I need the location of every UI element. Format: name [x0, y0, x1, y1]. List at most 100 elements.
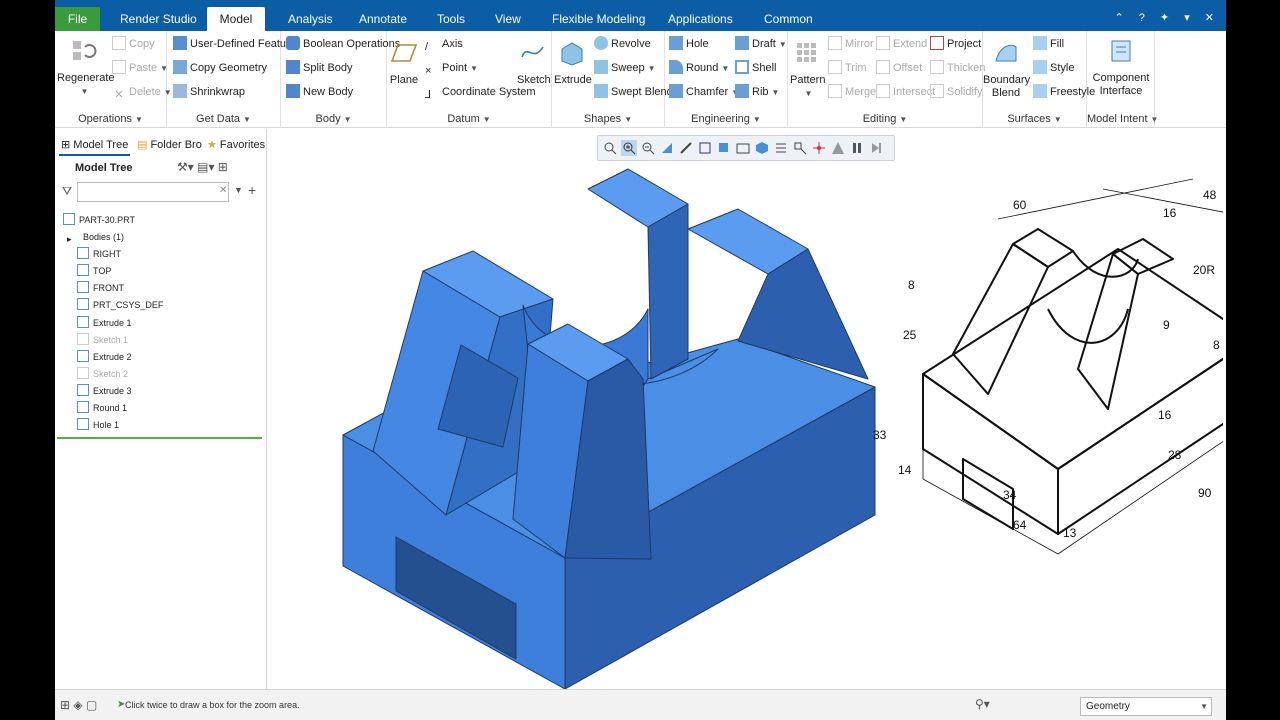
plane-button[interactable]: Plane	[389, 39, 419, 87]
tree-item[interactable]: PRT_CSYS_DEF	[77, 297, 163, 313]
trim-button[interactable]: Trim	[828, 59, 867, 77]
selection-filter-select[interactable]: Geometry ▼	[1080, 697, 1212, 716]
group-label-model-intent[interactable]: Model Intent ▼	[1087, 113, 1158, 125]
tree-item[interactable]: Extrude 2	[77, 349, 132, 365]
tab-view[interactable]: View	[485, 7, 531, 31]
tree-item[interactable]: Sketch 2	[77, 366, 128, 382]
graphics-window[interactable]: 4860165120R825981633281434906413	[268, 129, 1226, 689]
delete-button[interactable]: ✕ Delete ▼	[112, 83, 171, 101]
tree-item-label: FRONT	[93, 283, 124, 293]
pattern-button[interactable]: Pattern ▼	[790, 39, 825, 100]
boolean-operations-button[interactable]: Boolean Operations	[286, 35, 400, 53]
tab-favorites[interactable]: ★ Favorites	[205, 134, 267, 156]
point-button[interactable]: × Point ▼	[425, 59, 478, 77]
tree-item[interactable]: FRONT	[77, 280, 124, 296]
split-body-button[interactable]: Split Body	[286, 59, 353, 77]
group-label-editing[interactable]: Editing ▼	[788, 113, 982, 125]
swept-blend-button[interactable]: Swept Blend	[594, 83, 673, 101]
tree-item[interactable]: Sketch 1	[77, 332, 128, 348]
insert-here-indicator[interactable]	[57, 437, 262, 439]
fill-button[interactable]: Fill	[1033, 35, 1064, 53]
axis-button[interactable]: / Axis	[425, 35, 463, 53]
tree-item[interactable]: Hole 1	[77, 417, 119, 433]
search-options-chevron-down-icon[interactable]: ▼	[234, 185, 243, 195]
filter-icon[interactable]: ⛛	[62, 184, 72, 199]
tree-item-label: Extrude 3	[93, 386, 132, 396]
sweep-button[interactable]: Sweep ▼	[594, 59, 656, 77]
tree-item[interactable]: Round 1	[77, 400, 127, 416]
rib-button[interactable]: Rib ▼	[735, 83, 779, 101]
sweep-label: Sweep	[611, 62, 645, 74]
tree-item[interactable]: Extrude 1	[77, 315, 132, 331]
intersect-icon	[876, 84, 890, 98]
tab-render-studio[interactable]: Render Studio	[110, 7, 207, 31]
window-help-icons[interactable]: ⌃ ? ✦ ▾ ✕	[1114, 11, 1220, 24]
freestyle-button[interactable]: Freestyle	[1033, 83, 1095, 101]
tab-annotate[interactable]: Annotate	[349, 7, 417, 31]
thicken-button[interactable]: Thicken	[930, 59, 986, 77]
group-label-datum[interactable]: Datum ▼	[387, 113, 551, 125]
chamfer-button[interactable]: Chamfer▼	[669, 83, 739, 101]
copy-button[interactable]: Copy	[112, 35, 155, 53]
shell-button[interactable]: Shell	[735, 59, 776, 77]
udf-label: User-Defined Feature	[190, 38, 296, 50]
tab-flexible-modeling[interactable]: Flexible Modeling	[542, 7, 655, 31]
udf-button[interactable]: User-Defined Feature	[173, 35, 296, 53]
new-body-button[interactable]: New Body	[286, 83, 353, 101]
tree-item[interactable]: TOP	[77, 263, 111, 279]
find-icon[interactable]: ⚲▾	[975, 697, 990, 711]
group-label-operations[interactable]: Operations ▼	[55, 113, 166, 125]
tree-settings-icon[interactable]: ⚒▾ ▤▾ ⊞	[177, 160, 228, 174]
tree-search-input[interactable]	[77, 182, 229, 202]
add-icon[interactable]: +	[248, 182, 256, 198]
tab-common[interactable]: Common	[754, 7, 823, 31]
boundary-blend-button[interactable]: Boundary Blend	[983, 39, 1030, 100]
style-button[interactable]: Style	[1033, 59, 1074, 77]
tab-model-tree[interactable]: ⊞ Model Tree	[59, 134, 131, 156]
tab-model[interactable]: Model	[207, 7, 265, 31]
offset-icon	[876, 60, 890, 74]
udf-icon	[173, 36, 187, 50]
extend-button[interactable]: Extend	[876, 35, 927, 53]
status-icons[interactable]: ⊞ ◈ ▢	[60, 698, 97, 712]
regenerate-button[interactable]: Regenerate ▼	[57, 37, 115, 98]
tab-file[interactable]: File	[55, 7, 100, 31]
tree-item[interactable]: RIGHT	[77, 246, 121, 262]
offset-button[interactable]: Offset	[876, 59, 922, 77]
solidify-icon	[930, 84, 944, 98]
merge-button[interactable]: Merge	[828, 83, 876, 101]
tree-item[interactable]: Extrude 3	[77, 383, 132, 399]
tab-tools[interactable]: Tools	[427, 7, 475, 31]
clear-search-icon[interactable]: ✕	[219, 185, 227, 196]
sketch-button[interactable]: Sketch	[517, 39, 551, 87]
project-button[interactable]: Project	[930, 35, 981, 53]
group-label-body[interactable]: Body ▼	[281, 113, 386, 125]
tab-applications[interactable]: Applications	[658, 7, 743, 31]
tree-item[interactable]: ▸ Bodies (1)	[67, 229, 124, 245]
extrude-icon	[77, 316, 89, 328]
tab-folder-browser[interactable]: ▤ Folder Bro	[135, 134, 204, 156]
tab-analysis[interactable]: Analysis	[278, 7, 343, 31]
revolve-button[interactable]: Revolve	[594, 35, 651, 53]
rib-icon	[735, 84, 749, 98]
group-label-get-data[interactable]: Get Data ▼	[167, 113, 280, 125]
component-interface-button[interactable]: Component Interface	[1089, 37, 1153, 98]
paste-button[interactable]: Paste ▼	[112, 59, 168, 77]
hole-button[interactable]: Hole	[669, 35, 709, 53]
status-message: Click twice to draw a box for the zoom a…	[125, 700, 300, 710]
copy-geometry-label: Copy Geometry	[190, 62, 268, 74]
round-icon	[77, 401, 89, 413]
copy-geometry-button[interactable]: Copy Geometry	[173, 59, 267, 77]
solidify-button[interactable]: Solidify	[930, 83, 982, 101]
draft-button[interactable]: Draft ▼	[735, 35, 787, 53]
shrinkwrap-button[interactable]: Shrinkwrap	[173, 83, 245, 101]
group-label-engineering[interactable]: Engineering ▼	[665, 113, 787, 125]
group-label-shapes[interactable]: Shapes ▼	[552, 113, 664, 125]
tree-item[interactable]: PART-30.PRT	[63, 212, 135, 228]
mirror-button[interactable]: Mirror	[828, 35, 874, 53]
round-button[interactable]: Round ▼	[669, 59, 729, 77]
intersect-button[interactable]: Intersect	[876, 83, 935, 101]
group-label-surfaces[interactable]: Surfaces ▼	[983, 113, 1086, 125]
extrude-button[interactable]: Extrude	[554, 39, 592, 87]
boolean-label: Boolean Operations	[303, 38, 401, 50]
